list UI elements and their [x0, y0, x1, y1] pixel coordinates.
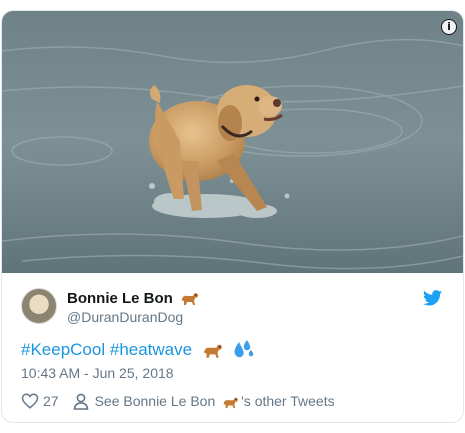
tweet-timestamp-link[interactable]: 10:43 AM - Jun 25, 2018 — [21, 365, 174, 381]
see-other-suffix[interactable]: 's other Tweets — [241, 393, 334, 409]
author-name-row[interactable]: Bonnie Le Bon — [67, 290, 201, 307]
tweet-photo[interactable]: i — [2, 11, 463, 273]
dog-emoji-icon — [181, 293, 198, 305]
embedded-tweet-card[interactable]: i Bonnie Le Bon @DuranDuranDog #KeepCool… — [1, 10, 464, 423]
tweet-text: #KeepCool #heatwave — [21, 339, 254, 360]
sweat-droplets-emoji-icon — [234, 340, 253, 358]
like-count[interactable]: 27 — [43, 393, 59, 409]
info-icon[interactable]: i — [441, 19, 457, 35]
hashtag-heatwave-link[interactable]: #heatwave — [110, 340, 192, 359]
hashtag-keepcool-link[interactable]: #KeepCool — [21, 340, 105, 359]
twitter-bird-icon[interactable] — [423, 290, 442, 306]
dog-emoji-icon — [203, 344, 222, 358]
heart-icon[interactable] — [21, 392, 39, 410]
avatar[interactable] — [21, 288, 57, 324]
tweet-author[interactable]: Bonnie Le Bon @DuranDuranDog — [21, 288, 446, 325]
person-icon[interactable] — [73, 393, 89, 410]
see-other-tweets-link[interactable]: See Bonnie Le Bon 's other Tweets — [95, 393, 335, 409]
see-other-prefix[interactable]: See Bonnie Le Bon — [95, 393, 216, 409]
dog-emoji-icon — [223, 397, 238, 409]
author-handle[interactable]: @DuranDuranDog — [67, 309, 183, 325]
author-name[interactable]: Bonnie Le Bon — [67, 290, 173, 307]
tweet-actions: 27 See Bonnie Le Bon 's other Tweets — [21, 392, 335, 410]
dog-in-water-photo — [2, 11, 463, 273]
